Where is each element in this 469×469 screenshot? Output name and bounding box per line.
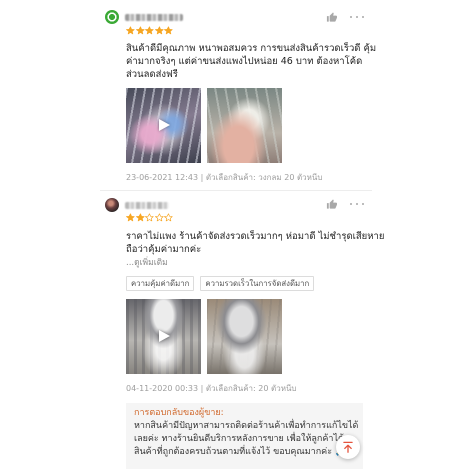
star-filled-icon xyxy=(154,26,164,35)
scroll-to-top-button[interactable] xyxy=(336,435,360,459)
avatar[interactable] xyxy=(105,10,119,24)
thumbs-up-icon xyxy=(326,199,337,209)
star-rating xyxy=(126,213,173,222)
review-text-line: สินค้าดีมีคุณภาพ หนาพอสมควร การขนส่งสินค… xyxy=(126,43,377,54)
review-photo-thumbnail[interactable] xyxy=(207,88,282,163)
seller-reply-line: สินค้าที่ถูกต้องครบถ้วนตามที่แจ้งไว้ ขอบ… xyxy=(134,447,347,457)
more-dots-icon xyxy=(350,15,364,19)
review-text: ราคาไม่แพง ร้านค้าจัดส่งรวดเร็วมากๆ ห่อม… xyxy=(126,231,384,256)
avatar[interactable] xyxy=(105,198,119,212)
review-text-line: ส่วนลดส่งฟรี xyxy=(126,69,178,80)
star-empty-icon xyxy=(145,213,154,222)
see-more-link[interactable]: ...ดูเพิ่มเติม xyxy=(126,257,168,269)
review-item: ราคาไม่แพง ร้านค้าจัดส่งรวดเร็วมากๆ ห่อม… xyxy=(100,194,384,469)
star-filled-icon xyxy=(135,213,145,222)
review-tag: ความคุ้มค่าดีมาก xyxy=(126,276,195,291)
review-text-line: ราคาไม่แพง ร้านค้าจัดส่งรวดเร็วมากๆ ห่อม… xyxy=(126,231,385,242)
seller-reply-title: การตอบกลับของผู้ขาย: xyxy=(134,408,224,418)
username-blurred xyxy=(125,14,183,21)
review-text: สินค้าดีมีคุณภาพ หนาพอสมควร การขนส่งสินค… xyxy=(126,42,376,81)
review-text-line: ค่ามากจริงๆ แต่ค่าขนส่งแพงไปหน่อย 46 บาท… xyxy=(126,56,363,67)
review-date-variation: 04-11-2020 00:33 | ตัวเลือกสินค้า: 20 ตั… xyxy=(126,384,297,393)
review-text-line: ถือว่าคุ้มค่ามากค่ะ xyxy=(126,243,202,255)
seller-reply: การตอบกลับของผู้ขาย: หากสินค้ามีปัญหาสาม… xyxy=(126,403,363,469)
review-media xyxy=(126,299,282,374)
star-filled-icon xyxy=(164,26,173,35)
more-dots-icon xyxy=(350,202,364,206)
arrow-up-icon xyxy=(343,441,353,453)
thumbs-up-icon xyxy=(326,12,337,22)
review-tags: ความคุ้มค่าดีมาก ความรวดเร็วในการจัดส่งด… xyxy=(126,276,315,291)
star-empty-icon xyxy=(154,213,164,222)
review-media xyxy=(126,88,282,163)
review-date-variation: 23-06-2021 12:43 | ตัวเลือกสินค้า: วงกลม… xyxy=(126,173,323,182)
seller-reply-line: เลยค่ะ ทางร้านยินดีบริการหลังการขาย เพื่… xyxy=(134,434,344,444)
review-video-thumbnail[interactable] xyxy=(126,299,201,374)
review-tag: ความรวดเร็วในการจัดส่งดีมาก xyxy=(200,276,315,291)
star-filled-icon xyxy=(126,26,135,35)
star-rating xyxy=(126,26,173,35)
like-button[interactable] xyxy=(326,199,337,210)
more-options-button[interactable] xyxy=(350,201,364,207)
username-blurred xyxy=(125,202,169,209)
star-filled-icon xyxy=(145,26,154,35)
star-empty-icon xyxy=(164,213,173,222)
play-icon xyxy=(159,119,170,131)
more-options-button[interactable] xyxy=(350,14,364,20)
star-filled-icon xyxy=(135,26,145,35)
review-photo-thumbnail[interactable] xyxy=(207,299,282,374)
star-filled-icon xyxy=(126,213,135,222)
review-item: สินค้าดีมีคุณภาพ หนาพอสมควร การขนส่งสินค… xyxy=(100,5,376,190)
review-divider xyxy=(100,190,372,191)
review-video-thumbnail[interactable] xyxy=(126,88,201,163)
play-icon xyxy=(159,330,170,342)
seller-reply-line: หากสินค้ามีปัญหาสามารถติดต่อร้านค้าเพื่อ… xyxy=(134,421,359,431)
like-button[interactable] xyxy=(326,12,337,23)
